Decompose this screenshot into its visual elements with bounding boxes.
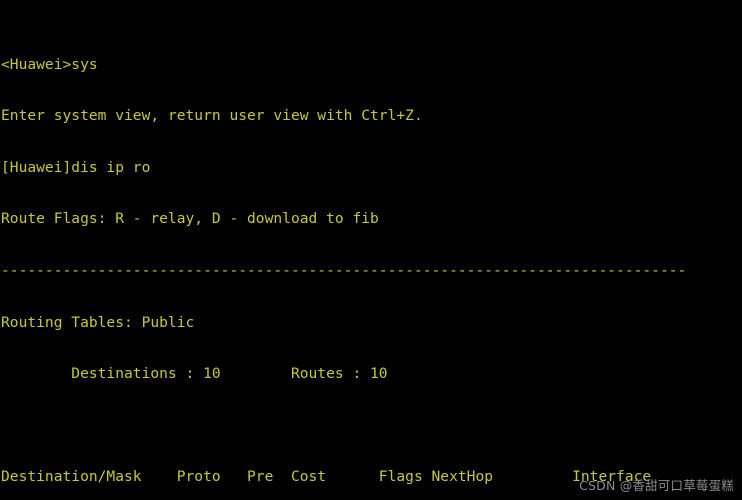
system-view-message: Enter system view, return user view with… xyxy=(1,107,423,125)
csdn-watermark: CSDN @香甜可口草莓蛋糕 xyxy=(579,477,734,493)
separator-rule: ----------------------------------------… xyxy=(1,261,687,279)
command-line-display-ip-routing: [Huawei]dis ip ro xyxy=(1,158,151,176)
routing-summary: Destinations : 10 Routes : 10 xyxy=(1,365,388,383)
command-line-sys: <Huawei>sys xyxy=(1,55,98,73)
routing-tables-title: Routing Tables: Public xyxy=(1,313,195,331)
route-flags-legend: Route Flags: R - relay, D - download to … xyxy=(1,210,379,228)
terminal-window[interactable]: <Huawei>sys Enter system view, return us… xyxy=(0,0,742,500)
terminal-screen[interactable]: <Huawei>sys Enter system view, return us… xyxy=(1,4,742,500)
